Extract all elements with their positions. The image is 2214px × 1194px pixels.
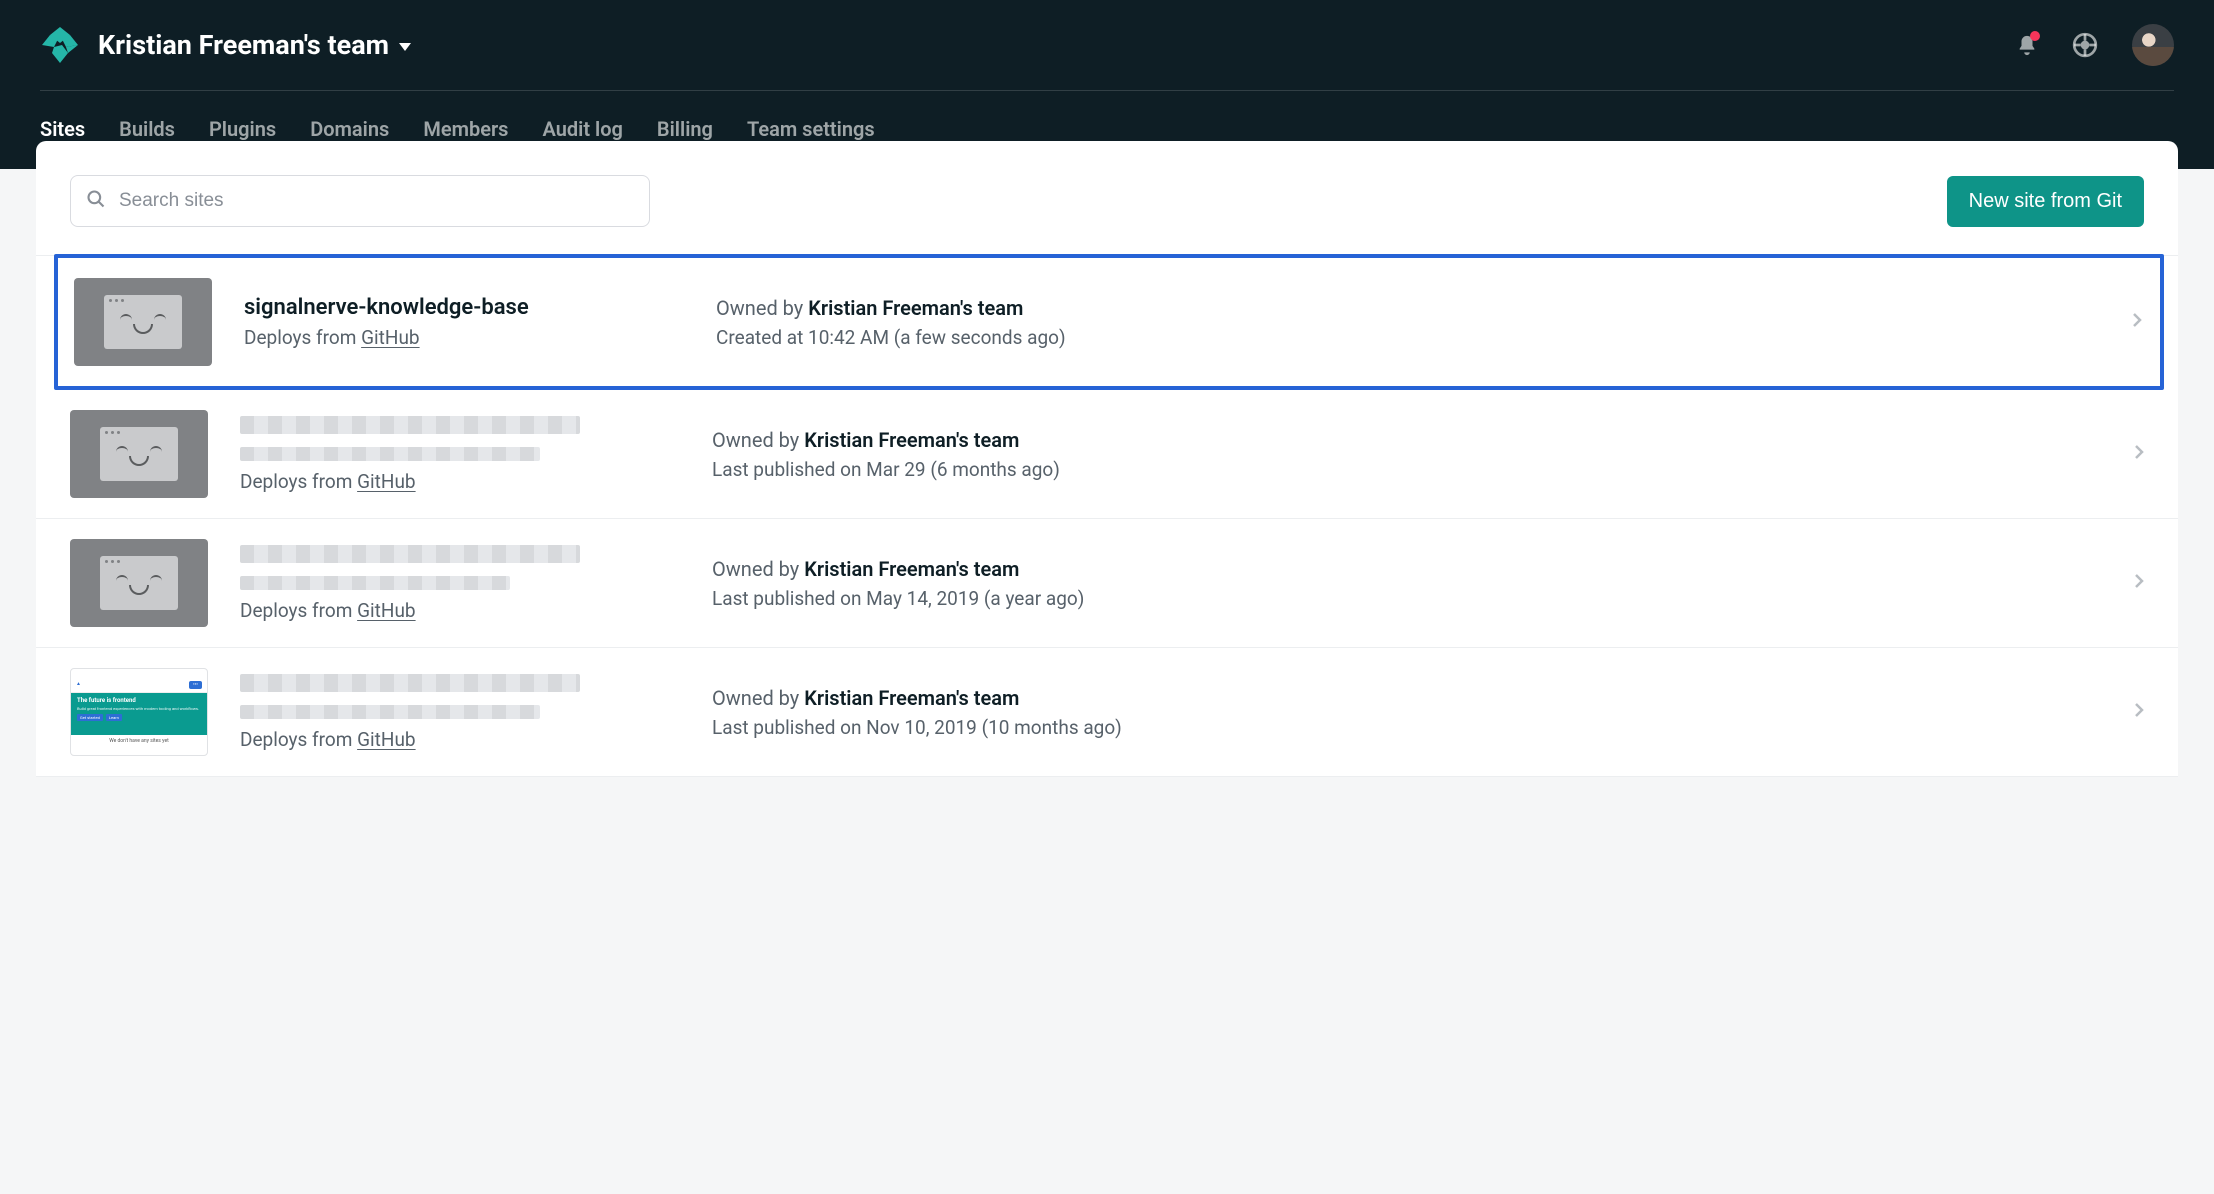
site-list: signalnerve-knowledge-base Deploys from … bbox=[36, 255, 2178, 777]
chevron-right-icon bbox=[2134, 702, 2144, 722]
site-thumbnail bbox=[74, 278, 212, 366]
notification-dot-icon bbox=[2030, 31, 2040, 41]
site-deploy-source: Deploys from GitHub bbox=[240, 470, 680, 493]
chevron-right-icon bbox=[2134, 444, 2144, 464]
site-thumbnail: ▲••• The future is frontend Build great … bbox=[70, 668, 208, 756]
help-button[interactable] bbox=[2072, 32, 2098, 58]
nav-tab-builds[interactable]: Builds bbox=[119, 117, 175, 141]
new-site-button[interactable]: New site from Git bbox=[1947, 176, 2144, 227]
chevron-right-icon bbox=[2132, 312, 2142, 332]
site-timestamp: Last published on Nov 10, 2019 (10 month… bbox=[712, 716, 2102, 739]
site-owner: Owned by Kristian Freeman's team bbox=[712, 686, 2102, 710]
team-name: Kristian Freeman's team bbox=[98, 29, 389, 61]
site-info-secondary: Owned by Kristian Freeman's team Last pu… bbox=[712, 557, 2102, 610]
site-thumbnail bbox=[70, 410, 208, 498]
nav-tab-audit-log[interactable]: Audit log bbox=[542, 117, 622, 141]
user-avatar[interactable] bbox=[2132, 24, 2174, 66]
deploy-source-link[interactable]: GitHub bbox=[361, 326, 419, 349]
panel-toolbar: New site from Git bbox=[36, 141, 2178, 255]
chevron-right-icon bbox=[2134, 573, 2144, 593]
search-input[interactable] bbox=[70, 175, 650, 227]
site-deploy-source: Deploys from GitHub bbox=[244, 326, 684, 349]
chevron-down-icon bbox=[399, 43, 411, 51]
site-info-primary: Deploys from GitHub bbox=[240, 673, 680, 751]
site-info-secondary: Owned by Kristian Freeman's team Last pu… bbox=[712, 428, 2102, 481]
site-timestamp: Created at 10:42 AM (a few seconds ago) bbox=[716, 326, 2100, 349]
site-name-redacted-line bbox=[240, 575, 680, 593]
site-timestamp: Last published on Mar 29 (6 months ago) bbox=[712, 458, 2102, 481]
search-wrap bbox=[70, 175, 650, 227]
site-deploy-source: Deploys from GitHub bbox=[240, 599, 680, 622]
site-deploy-source: Deploys from GitHub bbox=[240, 728, 680, 751]
team-selector[interactable]: Kristian Freeman's team bbox=[98, 29, 411, 61]
header-top-bar: Kristian Freeman's team bbox=[40, 0, 2174, 91]
site-name-redacted bbox=[240, 673, 680, 698]
site-info-primary: Deploys from GitHub bbox=[240, 544, 680, 622]
site-owner: Owned by Kristian Freeman's team bbox=[712, 428, 2102, 452]
site-owner: Owned by Kristian Freeman's team bbox=[716, 296, 2100, 320]
site-owner: Owned by Kristian Freeman's team bbox=[712, 557, 2102, 581]
site-row[interactable]: ▲••• The future is frontend Build great … bbox=[36, 648, 2178, 777]
site-row[interactable]: signalnerve-knowledge-base Deploys from … bbox=[54, 254, 2164, 390]
deploy-source-link[interactable]: GitHub bbox=[357, 470, 415, 493]
notifications-button[interactable] bbox=[2016, 33, 2038, 57]
site-info-secondary: Owned by Kristian Freeman's team Created… bbox=[716, 296, 2100, 349]
nav-tab-members[interactable]: Members bbox=[423, 117, 508, 141]
nav-tab-plugins[interactable]: Plugins bbox=[209, 117, 276, 141]
nav-tab-team-settings[interactable]: Team settings bbox=[747, 117, 875, 141]
site-name: signalnerve-knowledge-base bbox=[244, 295, 684, 320]
main-panel: New site from Git signalnerve-knowledge-… bbox=[36, 141, 2178, 777]
site-info-primary: signalnerve-knowledge-base Deploys from … bbox=[244, 295, 684, 349]
site-row[interactable]: Deploys from GitHub Owned by Kristian Fr… bbox=[36, 519, 2178, 648]
site-timestamp: Last published on May 14, 2019 (a year a… bbox=[712, 587, 2102, 610]
site-thumbnail bbox=[70, 539, 208, 627]
site-info-secondary: Owned by Kristian Freeman's team Last pu… bbox=[712, 686, 2102, 739]
nav-tab-sites[interactable]: Sites bbox=[40, 117, 85, 141]
site-name-redacted-line bbox=[240, 446, 680, 464]
site-name-redacted-line bbox=[240, 704, 680, 722]
nav-tab-domains[interactable]: Domains bbox=[310, 117, 389, 141]
deploy-source-link[interactable]: GitHub bbox=[357, 599, 415, 622]
netlify-logo-icon[interactable] bbox=[40, 25, 80, 65]
header-right bbox=[2016, 24, 2174, 66]
site-name-redacted bbox=[240, 415, 680, 440]
header-left: Kristian Freeman's team bbox=[40, 25, 411, 65]
nav-tab-billing[interactable]: Billing bbox=[657, 117, 713, 141]
site-info-primary: Deploys from GitHub bbox=[240, 415, 680, 493]
site-row[interactable]: Deploys from GitHub Owned by Kristian Fr… bbox=[36, 390, 2178, 519]
search-icon bbox=[86, 189, 106, 213]
deploy-source-link[interactable]: GitHub bbox=[357, 728, 415, 751]
site-name-redacted bbox=[240, 544, 680, 569]
